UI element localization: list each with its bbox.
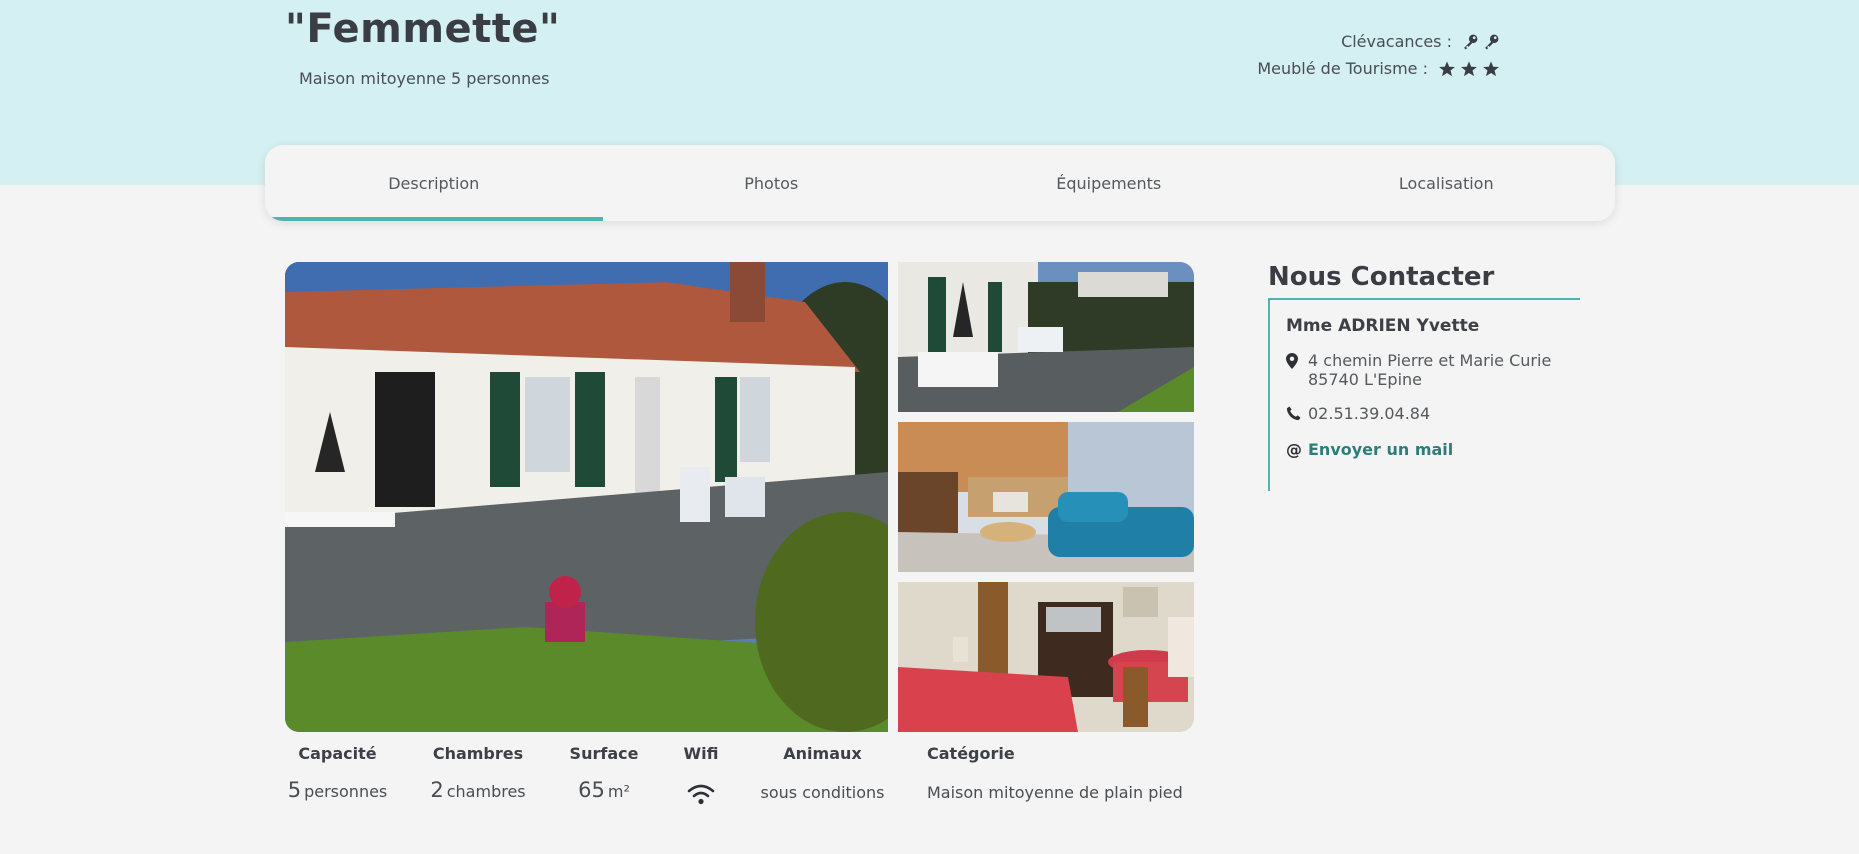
rating-meuble-tourisme: Meublé de Tourisme : [1257, 55, 1500, 82]
contact-title: Nous Contacter [1268, 262, 1495, 292]
stat-animals: Animaux sous conditions [755, 744, 890, 802]
stat-value: 2 chambres [430, 778, 526, 802]
stat-category: Catégorie Maison mitoyenne de plain pied [927, 744, 1215, 802]
address-line-1: 4 chemin Pierre et Marie Curie [1308, 351, 1552, 370]
phone-icon [1286, 404, 1308, 425]
tab-equipements[interactable]: Équipements [940, 145, 1278, 221]
stat-rooms: Chambres 2 chambres [427, 744, 529, 802]
tab-description[interactable]: Description [265, 145, 603, 221]
rating-keys [1462, 33, 1500, 50]
phone-number: 02.51.39.04.84 [1308, 404, 1431, 423]
contact-box: Mme ADRIEN Yvette 4 chemin Pierre et Mar… [1268, 298, 1580, 491]
stat-value: Maison mitoyenne de plain pied [927, 783, 1183, 802]
gallery-thumbnail[interactable] [898, 422, 1194, 572]
at-sign-icon: @ [1286, 440, 1302, 459]
key-icon [1483, 33, 1500, 50]
key-icon [1462, 33, 1479, 50]
contact-panel: Nous Contacter Mme ADRIEN Yvette 4 chemi… [1268, 262, 1580, 491]
stat-value: 5 personnes [287, 778, 388, 802]
star-icon [1460, 60, 1478, 78]
gallery-thumbnail[interactable] [898, 262, 1194, 412]
map-pin-icon [1286, 351, 1308, 373]
property-stats: Capacité 5 personnes Chambres 2 chambres S… [285, 744, 1215, 814]
contact-address: 4 chemin Pierre et Marie Curie 85740 L'Ep… [1286, 351, 1580, 389]
stat-value: 65 m² [578, 778, 630, 802]
wifi-icon [687, 782, 715, 810]
page-title: "Femmette" [285, 6, 561, 52]
rating-stars [1438, 60, 1500, 78]
stat-label: Surface [569, 744, 639, 763]
contact-name: Mme ADRIEN Yvette [1286, 316, 1480, 336]
stat-label: Wifi [683, 744, 719, 763]
star-icon [1482, 60, 1500, 78]
contact-phone: 02.51.39.04.84 [1286, 404, 1580, 425]
tab-localisation[interactable]: Localisation [1278, 145, 1616, 221]
stat-capacity: Capacité 5 personnes [285, 744, 390, 802]
gallery-thumbnail[interactable] [898, 582, 1194, 732]
address-text: 4 chemin Pierre et Marie Curie 85740 L'Ep… [1308, 351, 1551, 389]
stat-surface: Surface 65 m² [568, 744, 640, 802]
rating-clevacances: Clévacances : [1257, 28, 1500, 55]
star-icon [1438, 60, 1456, 78]
section-tabs: Description Photos Équipements Localisat… [265, 145, 1615, 221]
rating-label: Clévacances : [1341, 32, 1452, 51]
tab-photos[interactable]: Photos [603, 145, 941, 221]
stat-wifi: Wifi [675, 744, 727, 810]
stat-label: Catégorie [927, 744, 1015, 763]
stat-label: Capacité [298, 744, 377, 763]
ratings: Clévacances : Meublé de Tourisme : [1257, 28, 1500, 82]
rating-label: Meublé de Tourisme : [1257, 59, 1428, 78]
address-line-2: 85740 L'Epine [1308, 370, 1422, 389]
send-mail-link[interactable]: Envoyer un mail [1308, 440, 1453, 459]
main-photo[interactable] [285, 262, 888, 732]
stat-label: Animaux [783, 744, 862, 763]
stat-value: sous conditions [760, 783, 885, 802]
stat-label: Chambres [432, 744, 524, 763]
stat-value [675, 778, 727, 810]
contact-mail: @ Envoyer un mail [1286, 440, 1580, 459]
page-subtitle: Maison mitoyenne 5 personnes [299, 69, 550, 88]
photo-gallery [285, 262, 1194, 732]
